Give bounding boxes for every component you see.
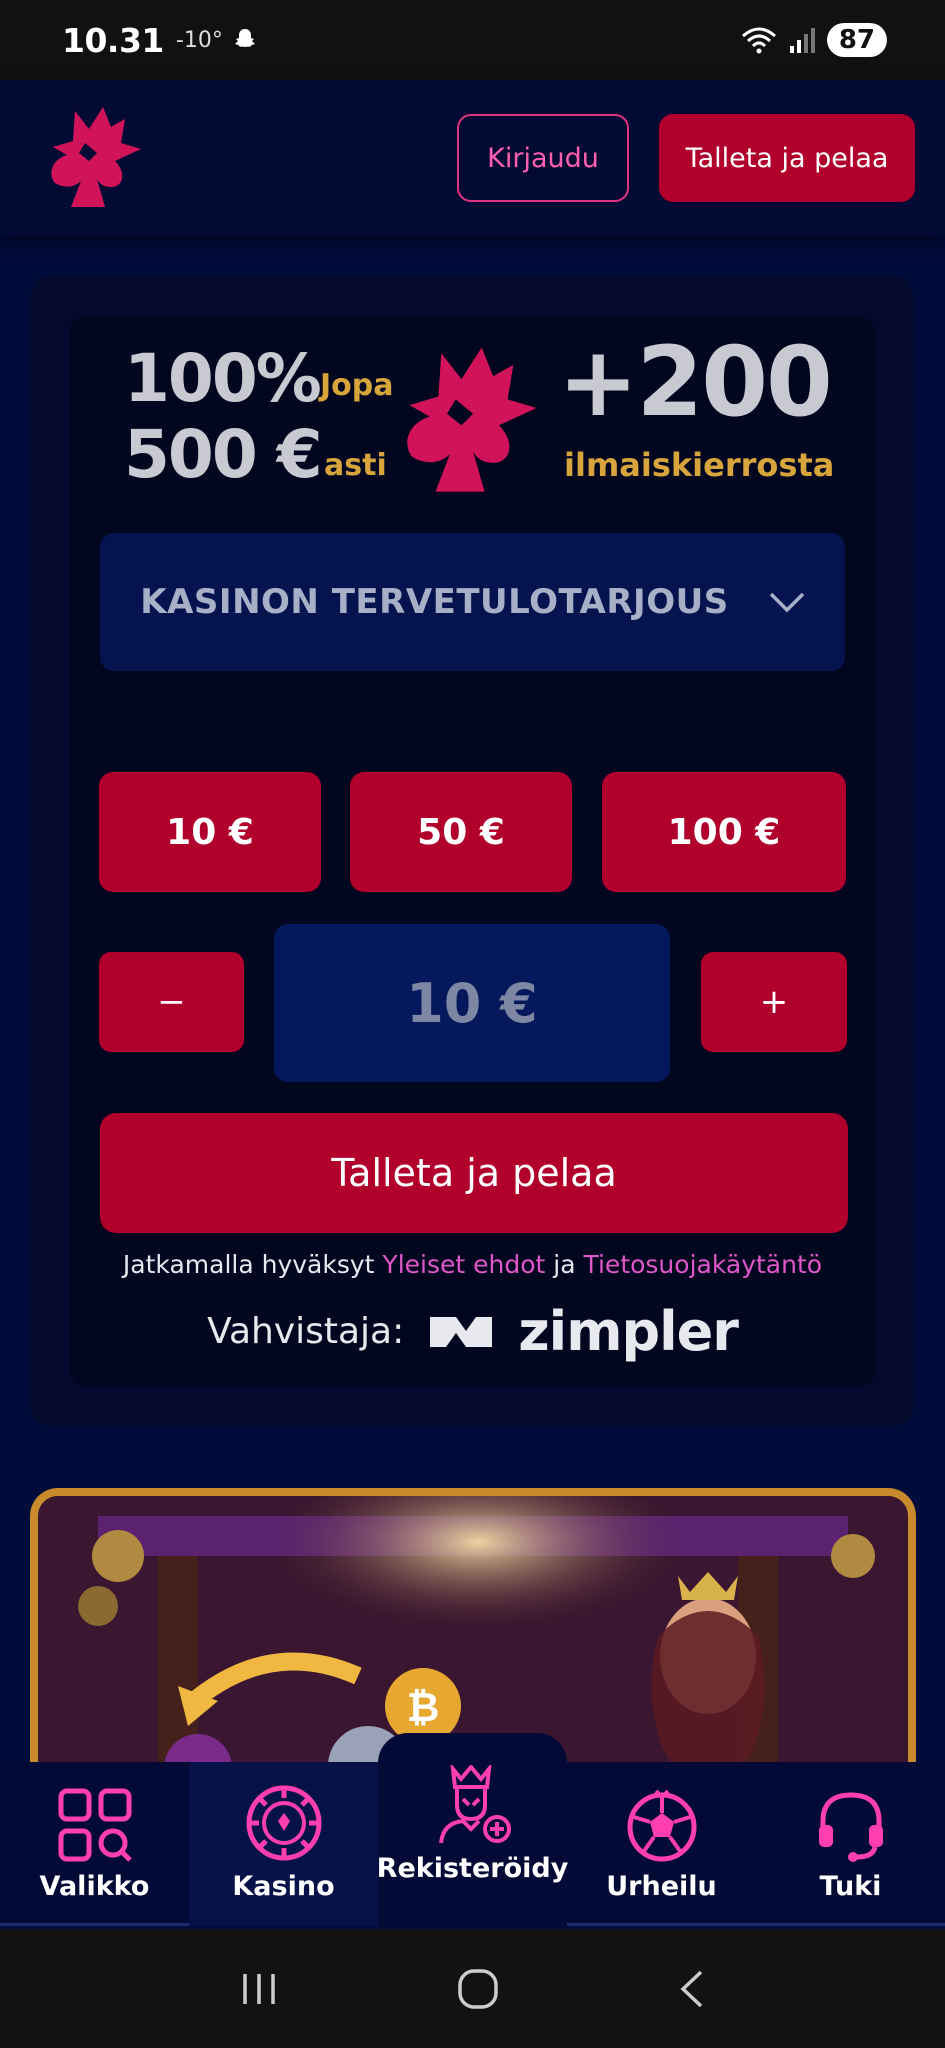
promo-amount-suffix: asti: [324, 448, 387, 483]
verifier: Vahvistaja: zimpler: [0, 1300, 945, 1363]
promo-banner: 100% Jopa 500 € asti +200 ilmaiskierrost…: [120, 326, 840, 510]
nav-label-rekisteroidy: Rekisteröidy: [376, 1853, 569, 1884]
promo-amount: 500 €: [124, 416, 323, 493]
privacy-link[interactable]: Tietosuojakäytäntö: [583, 1250, 822, 1279]
casino-chip-icon: [246, 1785, 321, 1861]
nav-label-urheilu: Urheilu: [606, 1871, 717, 1902]
amount-option-100[interactable]: 100 €: [602, 772, 846, 892]
signal-icon: [789, 28, 815, 53]
promo-percent: 100%: [124, 340, 322, 417]
terms-text: Jatkamalla hyväksyt Yleiset ehdot ja Tie…: [0, 1250, 945, 1279]
offer-select-value: KASINON TERVETULOTARJOUS: [140, 582, 729, 622]
nav-item-tuki[interactable]: Tuki: [756, 1762, 945, 1926]
terms-middle: ja: [553, 1250, 576, 1279]
terms-prefix: Jatkamalla hyväksyt: [122, 1250, 375, 1279]
android-nav-bar: [0, 1929, 945, 2048]
casino-artwork-image: ₿: [38, 1496, 908, 1768]
zimpler-logo-icon: [430, 1316, 493, 1347]
deposit-play-button[interactable]: Talleta ja pelaa: [100, 1113, 848, 1233]
grid-search-icon: [58, 1788, 132, 1862]
headset-icon: [818, 1792, 883, 1862]
casino-promo-banner[interactable]: ₿: [30, 1488, 916, 1768]
recent-apps-icon[interactable]: [239, 1970, 279, 2008]
status-temperature: -10°: [175, 27, 223, 53]
register-king-icon: [438, 1765, 511, 1844]
back-icon[interactable]: [677, 1968, 707, 2010]
status-time: 10.31: [62, 20, 164, 60]
nav-item-rekisteroidy[interactable]: Rekisteröidy: [376, 1733, 569, 1926]
verifier-label: Vahvistaja:: [207, 1311, 405, 1352]
terms-link[interactable]: Yleiset ehdot: [382, 1250, 545, 1279]
chevron-down-icon: [769, 592, 804, 613]
wifi-icon: [741, 27, 776, 54]
football-icon: [627, 1789, 696, 1862]
nav-item-kasino[interactable]: Kasino: [189, 1762, 378, 1926]
promo-spins-label: ilmaiskierrosta: [564, 446, 835, 484]
decrease-amount-button[interactable]: −: [99, 952, 244, 1052]
home-icon[interactable]: [456, 1967, 500, 2011]
site-header: Kirjaudu Talleta ja pelaa: [0, 80, 945, 236]
promo-spins: +200: [558, 326, 833, 438]
nav-item-valikko[interactable]: Valikko: [0, 1762, 189, 1926]
zimpler-brand: zimpler: [518, 1300, 739, 1363]
status-indicators: 87: [741, 23, 887, 57]
amount-option-10[interactable]: 10 €: [99, 772, 321, 892]
nav-label-valikko: Valikko: [39, 1871, 150, 1902]
increase-amount-button[interactable]: +: [701, 952, 847, 1052]
promo-upto: Jopa: [320, 368, 394, 403]
header-deposit-button[interactable]: Talleta ja pelaa: [659, 114, 915, 202]
snapchat-icon: [234, 29, 255, 47]
promo-logo-icon: [407, 347, 537, 492]
logo-icon[interactable]: [45, 103, 149, 213]
status-bar: 10.31 -10° 87: [0, 0, 945, 80]
nav-label-kasino: Kasino: [232, 1871, 335, 1902]
login-button[interactable]: Kirjaudu: [457, 114, 629, 202]
amount-option-50[interactable]: 50 €: [350, 772, 572, 892]
amount-input[interactable]: 10 €: [274, 924, 670, 1082]
battery-indicator: 87: [826, 23, 887, 57]
nav-label-tuki: Tuki: [819, 1871, 882, 1902]
nav-item-urheilu[interactable]: Urheilu: [567, 1762, 756, 1926]
offer-select[interactable]: KASINON TERVETULOTARJOUS: [100, 533, 845, 671]
svg-text:₿: ₿: [407, 1685, 440, 1731]
